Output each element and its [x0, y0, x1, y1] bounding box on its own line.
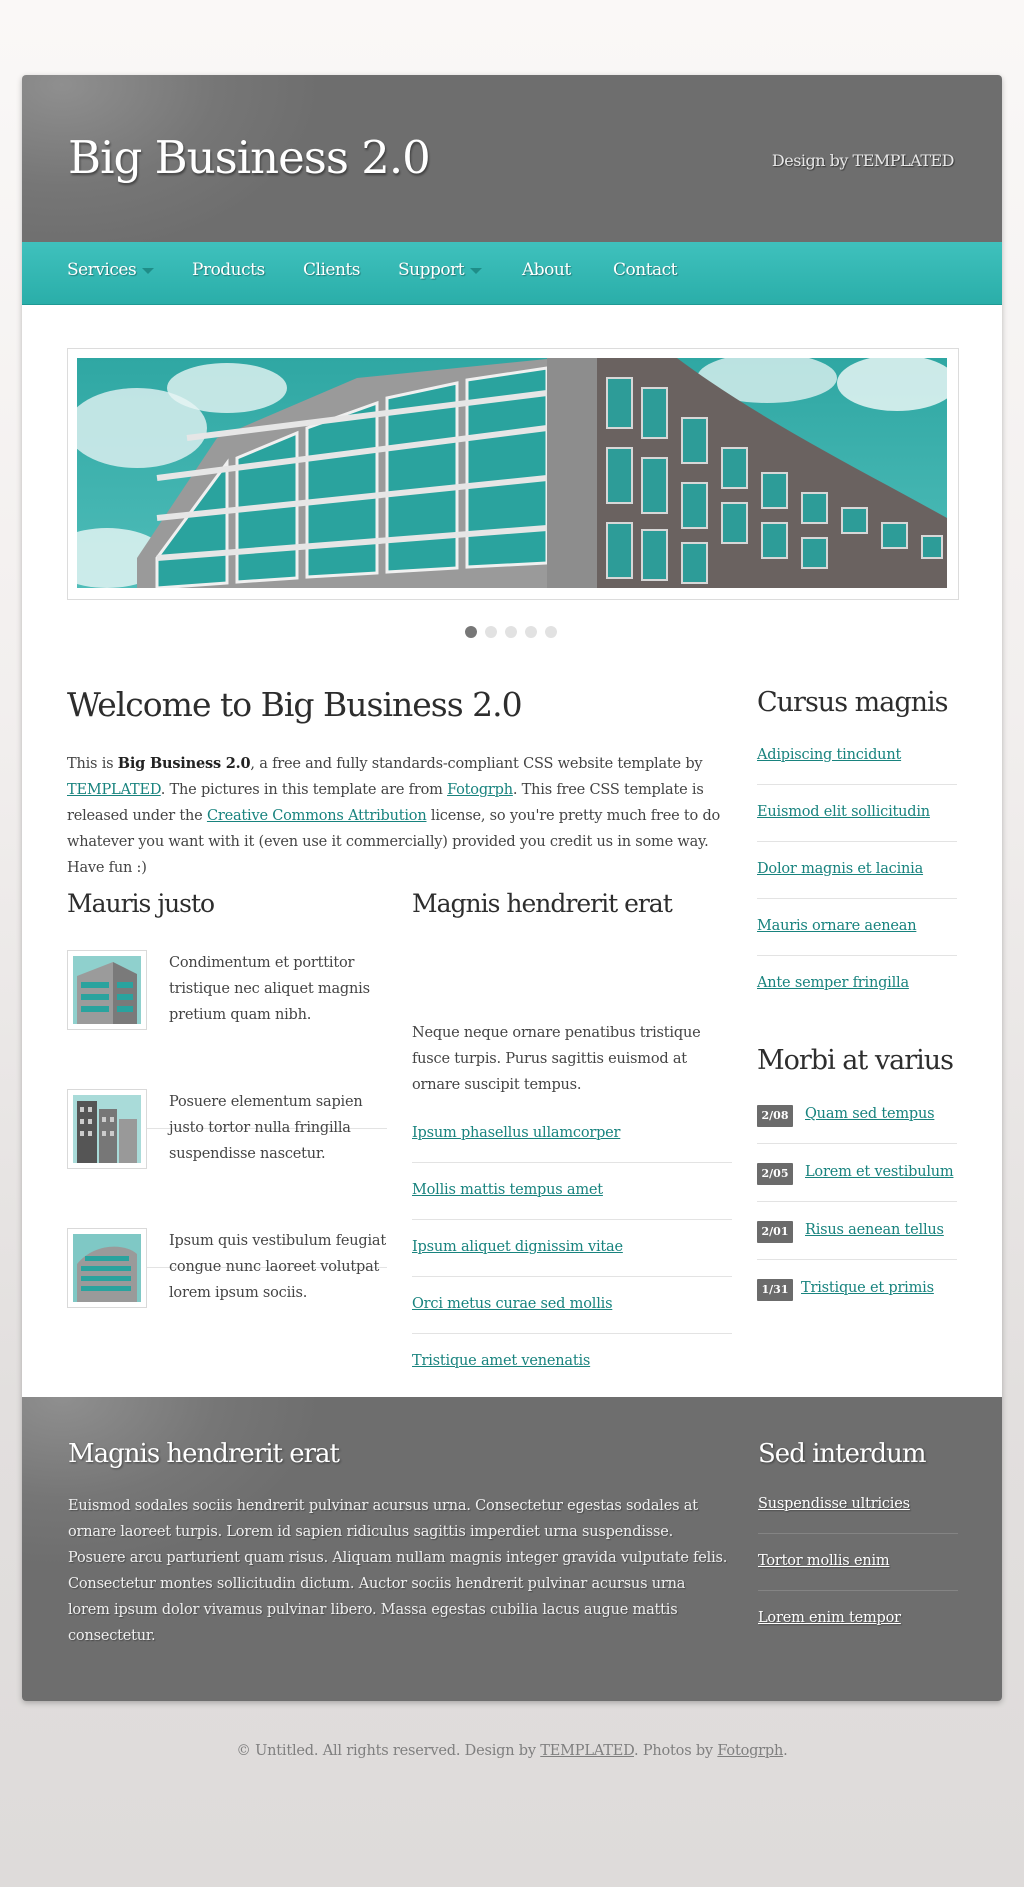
slider-dot-5[interactable]	[545, 626, 557, 638]
nav-item-about[interactable]: About	[522, 260, 571, 280]
middle-link-4[interactable]: Orci metus curae sed mollis	[412, 1296, 613, 1312]
building-thumbnail-image	[73, 1095, 141, 1163]
chevron-down-icon	[142, 267, 155, 274]
sidebar-link-4[interactable]: Mauris ornare aenean	[757, 918, 917, 934]
nav-item-support[interactable]: Support	[398, 260, 483, 280]
building-banner-image	[77, 358, 947, 588]
page-container: Big Business 2.0 Design by TEMPLATED Ser…	[22, 75, 1002, 1701]
sidebar-morbi-title: Morbi at varius	[757, 1045, 954, 1076]
copyright-text-middle: . Photos by	[634, 1743, 718, 1759]
morbi-link-3[interactable]: Risus aenean tellus	[805, 1222, 944, 1238]
morbi-link-1[interactable]: Quam sed tempus	[805, 1106, 935, 1122]
main-nav: Services Products Clients Support About …	[22, 242, 1002, 305]
divider	[412, 1333, 732, 1334]
list-item: Condimentum et porttitor tristique nec a…	[67, 950, 387, 1070]
nav-item-label: Services	[67, 260, 137, 280]
nav-item-services[interactable]: Services	[67, 260, 155, 280]
divider	[757, 898, 957, 899]
middle-link-3[interactable]: Ipsum aliquet dignissim vitae	[412, 1239, 623, 1255]
footer-panel: Magnis hendrerit erat Euismod sodales so…	[22, 1397, 1002, 1701]
slider-dot-1[interactable]	[465, 626, 477, 638]
nav-item-label: Support	[398, 260, 465, 280]
list-item-text: Ipsum quis vestibulum feugiat congue nun…	[169, 1233, 386, 1301]
creative-commons-link[interactable]: Creative Commons Attribution	[207, 808, 427, 824]
welcome-text-1: This is	[67, 756, 118, 772]
welcome-text-3: . The pictures in this template are from	[160, 782, 448, 798]
date-badge: 2/01	[757, 1221, 793, 1243]
welcome-text-2: , a free and fully standards-compliant C…	[250, 756, 703, 772]
middle-link-5[interactable]: Tristique amet venenatis	[412, 1353, 590, 1369]
list-item-text: Condimentum et porttitor tristique nec a…	[169, 955, 370, 1023]
divider	[412, 1276, 732, 1277]
welcome-title: Welcome to Big Business 2.0	[67, 685, 523, 724]
divider	[757, 1201, 957, 1202]
divider	[757, 1143, 957, 1144]
morbi-link-4[interactable]: Tristique et primis	[801, 1280, 934, 1296]
building-thumbnail-image	[73, 956, 141, 1024]
footer-link-3[interactable]: Lorem enim tempor	[758, 1610, 901, 1626]
nav-item-label: Contact	[613, 260, 678, 280]
date-badge: 1/31	[757, 1279, 793, 1301]
slider-dot-2[interactable]	[485, 626, 497, 638]
list-item-text: Posuere elementum sapien justo tortor nu…	[169, 1094, 363, 1162]
list-item: Ipsum quis vestibulum feugiat congue nun…	[67, 1228, 387, 1348]
morbi-link-2[interactable]: Lorem et vestibulum	[805, 1164, 954, 1180]
divider	[757, 841, 957, 842]
slider-pagination	[465, 626, 565, 640]
fotogrph-link[interactable]: Fotogrph	[447, 782, 513, 798]
divider	[412, 1162, 732, 1163]
nav-item-clients[interactable]: Clients	[303, 260, 360, 280]
design-credit[interactable]: Design by TEMPLATED	[772, 151, 955, 170]
footer-right-title: Sed interdum	[758, 1439, 926, 1469]
middle-column-title: Magnis hendrerit erat	[412, 889, 673, 918]
sidebar-link-3[interactable]: Dolor magnis et lacinia	[757, 861, 923, 877]
sidebar-cursus-title: Cursus magnis	[757, 687, 949, 718]
copyright-fotogrph-link[interactable]: Fotogrph	[717, 1743, 783, 1759]
site-header: Big Business 2.0 Design by TEMPLATED	[22, 75, 1002, 242]
nav-item-label: Products	[192, 260, 265, 280]
middle-link-2[interactable]: Mollis mattis tempus amet	[412, 1182, 603, 1198]
divider	[757, 784, 957, 785]
middle-column-text: Neque neque ornare penatibus tristique f…	[412, 1025, 701, 1093]
slider-banner[interactable]	[67, 348, 959, 600]
list-item: Posuere elementum sapien justo tortor nu…	[67, 1089, 387, 1209]
chevron-down-icon	[470, 267, 483, 274]
divider	[757, 955, 957, 956]
sidebar-link-1[interactable]: Adipiscing tincidunt	[757, 747, 901, 763]
divider	[757, 1259, 957, 1260]
divider	[412, 1219, 732, 1220]
sidebar-link-2[interactable]: Euismod elit sollicitudin	[757, 804, 930, 820]
footer-link-2[interactable]: Tortor mollis enim	[758, 1553, 890, 1569]
copyright-text-suffix: .	[783, 1743, 788, 1759]
nav-item-label: About	[522, 260, 571, 280]
welcome-paragraph: This is Big Business 2.0, a free and ful…	[67, 751, 737, 881]
nav-item-products[interactable]: Products	[192, 260, 265, 280]
footer-text: Euismod sodales sociis hendrerit pulvina…	[68, 1498, 728, 1644]
thumbnail[interactable]	[67, 1089, 147, 1169]
footer-link-1[interactable]: Suspendisse ultricies	[758, 1496, 910, 1512]
footer-left-title: Magnis hendrerit erat	[68, 1439, 340, 1469]
nav-item-label: Clients	[303, 260, 360, 280]
date-badge: 2/08	[757, 1105, 793, 1127]
middle-link-1[interactable]: Ipsum phasellus ullamcorper	[412, 1125, 620, 1141]
date-badge: 2/05	[757, 1163, 793, 1185]
welcome-bold: Big Business 2.0	[117, 755, 251, 772]
thumbnail[interactable]	[67, 1228, 147, 1308]
divider	[758, 1590, 958, 1591]
building-thumbnail-image	[73, 1234, 141, 1302]
templated-link[interactable]: TEMPLATED	[67, 782, 161, 798]
divider	[758, 1533, 958, 1534]
sidebar-link-5[interactable]: Ante semper fringilla	[757, 975, 909, 991]
thumbnail[interactable]	[67, 950, 147, 1030]
nav-item-contact[interactable]: Contact	[613, 260, 678, 280]
copyright-templated-link[interactable]: TEMPLATED	[540, 1743, 634, 1759]
slider-dot-4[interactable]	[525, 626, 537, 638]
copyright-text: © Untitled. All rights reserved. Design …	[236, 1743, 541, 1759]
left-column-title: Mauris justo	[67, 889, 215, 918]
slider-dot-3[interactable]	[505, 626, 517, 638]
site-title[interactable]: Big Business 2.0	[68, 131, 431, 184]
copyright: © Untitled. All rights reserved. Design …	[0, 1743, 1024, 1759]
